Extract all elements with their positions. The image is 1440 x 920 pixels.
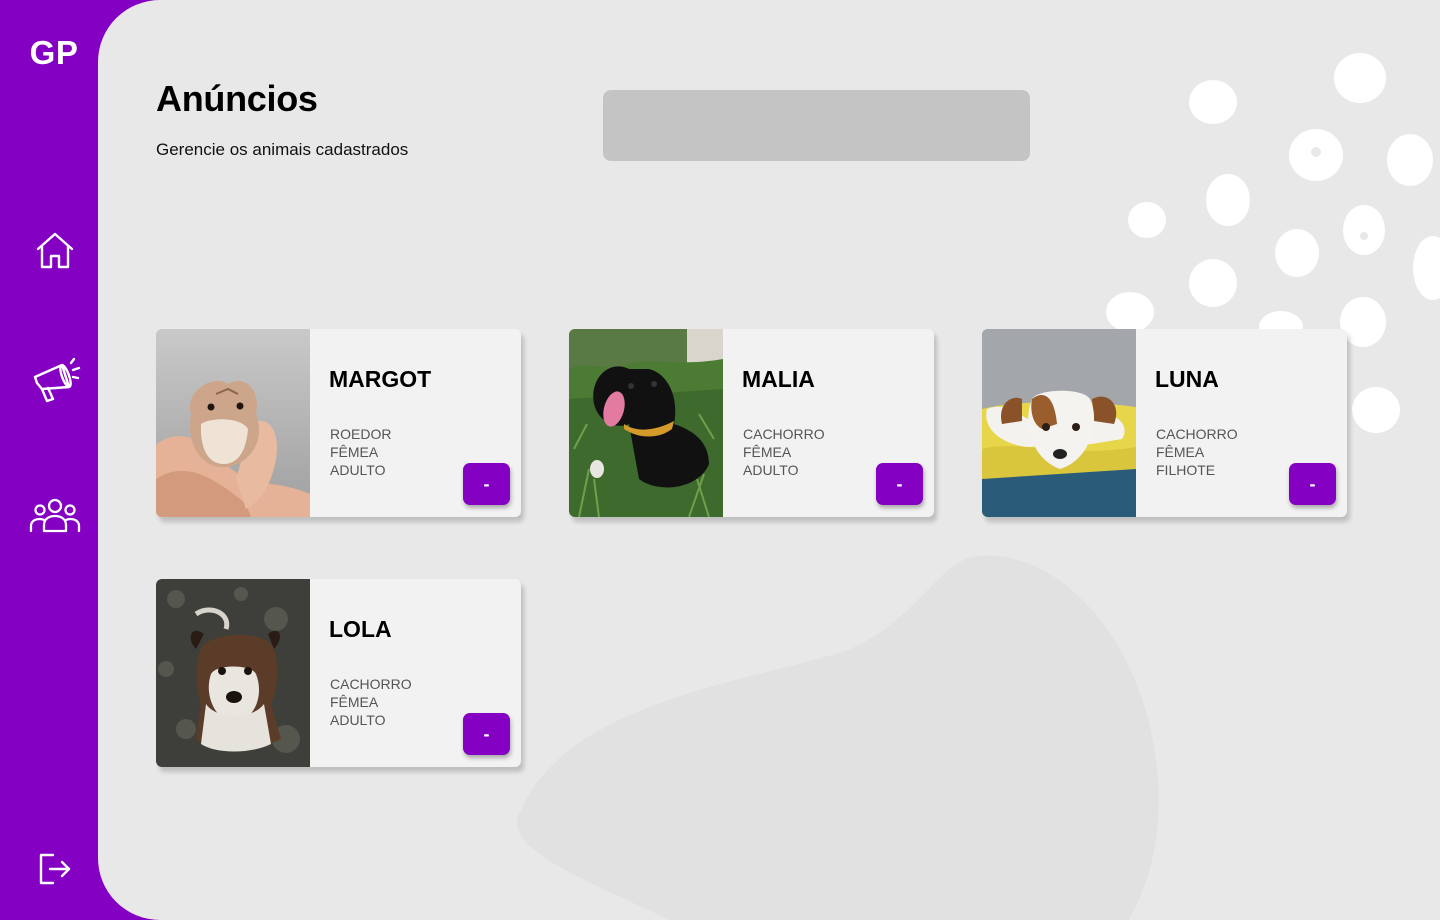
remove-button[interactable]: - <box>876 463 923 505</box>
sidebar-item-home[interactable] <box>22 223 88 277</box>
animal-age: ADULTO <box>330 462 386 478</box>
sidebar-item-usuarios[interactable] <box>22 488 88 542</box>
main-content: Anúncios Gerencie os animais cadastrados… <box>98 0 1440 920</box>
animal-info: CACHORRO FÊMEA FILHOTE <box>1156 425 1238 479</box>
logout-icon <box>39 853 71 885</box>
brindle-dog-photo <box>156 579 310 767</box>
animal-age: ADULTO <box>330 712 386 728</box>
page-title: Anúncios <box>156 78 318 119</box>
animal-species: CACHORRO <box>743 426 825 442</box>
animal-species: ROEDOR <box>330 426 392 442</box>
animal-sex: FÊMEA <box>1156 444 1205 460</box>
remove-button[interactable]: - <box>1289 463 1336 505</box>
megaphone-icon <box>33 357 81 403</box>
animal-sex: FÊMEA <box>330 444 379 460</box>
remove-button[interactable]: - <box>463 463 510 505</box>
page-subtitle: Gerencie os animais cadastrados <box>156 140 409 159</box>
animal-info: CACHORRO FÊMEA ADULTO <box>330 675 412 729</box>
animal-name: LUNA <box>1155 366 1219 392</box>
home-icon <box>36 232 74 269</box>
animal-name: LOLA <box>329 616 392 642</box>
animal-age: FILHOTE <box>1156 462 1216 478</box>
animal-sex: FÊMEA <box>743 444 792 460</box>
remove-button[interactable]: - <box>463 713 510 755</box>
logout-button[interactable] <box>22 842 88 896</box>
hamster-photo <box>156 329 310 517</box>
animal-name: MALIA <box>742 366 815 392</box>
animal-age: ADULTO <box>743 462 799 478</box>
animal-card-margot: MARGOT ROEDOR FÊMEA ADULTO - <box>156 329 521 517</box>
animal-species: CACHORRO <box>1156 426 1238 442</box>
search-input[interactable] <box>603 90 1030 161</box>
animal-species: CACHORRO <box>330 676 412 692</box>
animal-card-luna: LUNA CACHORRO FÊMEA FILHOTE - <box>982 329 1347 517</box>
animal-name: MARGOT <box>329 366 432 392</box>
black-dog-photo <box>569 329 723 517</box>
animal-info: CACHORRO FÊMEA ADULTO <box>743 425 825 479</box>
sidebar-item-anuncios[interactable] <box>22 352 88 406</box>
animal-info: ROEDOR FÊMEA ADULTO <box>330 425 391 479</box>
animal-sex: FÊMEA <box>330 694 379 710</box>
users-icon <box>29 498 81 533</box>
sidebar: GP <box>0 0 98 920</box>
animal-card-lola: LOLA CACHORRO FÊMEA ADULTO - <box>156 579 521 767</box>
app-logo: GP <box>29 34 79 71</box>
brown-white-puppy-photo <box>982 329 1136 517</box>
animal-card-malia: MALIA CACHORRO FÊMEA ADULTO - <box>569 329 934 517</box>
